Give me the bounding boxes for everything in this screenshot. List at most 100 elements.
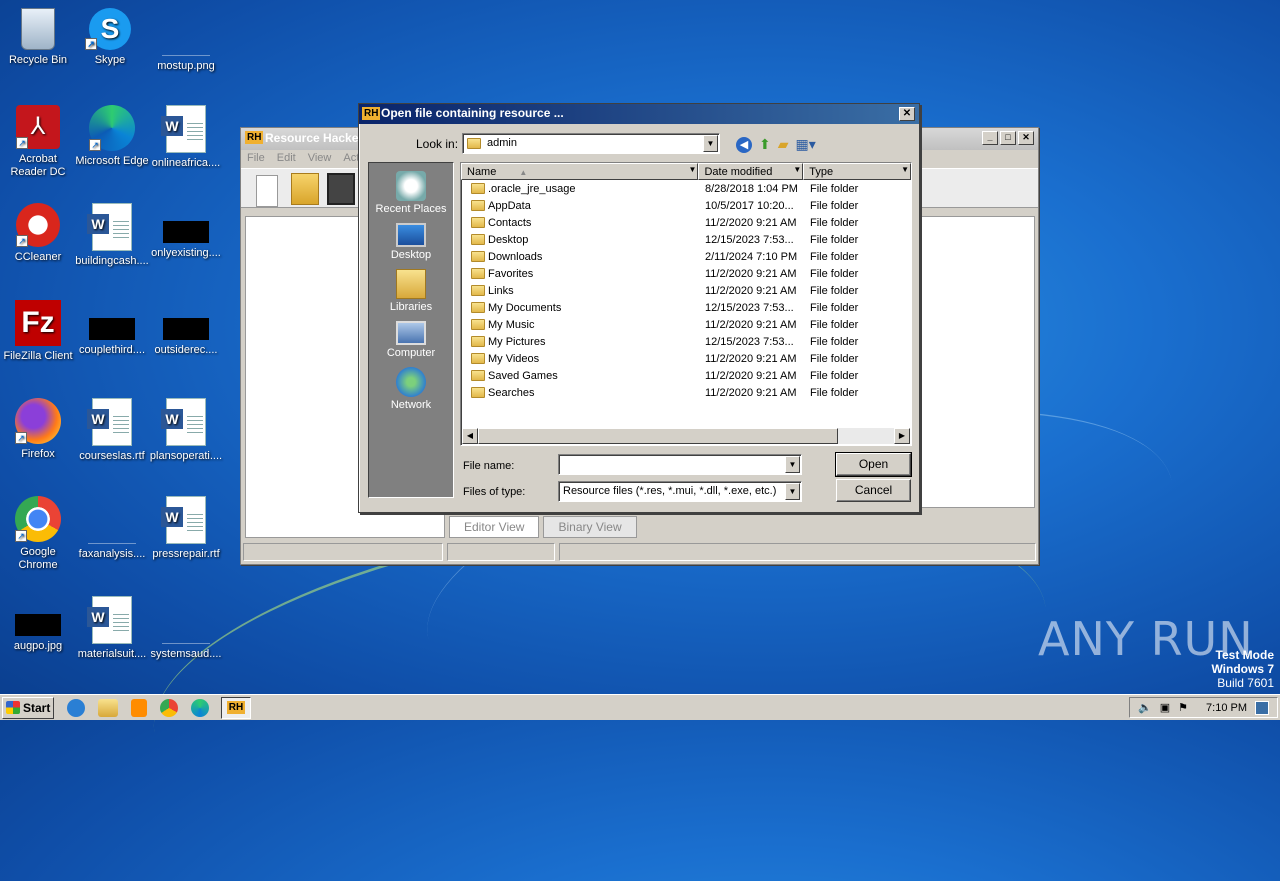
desktop-icon-onlineafrica[interactable]: onlineafrica.... (148, 105, 224, 170)
dialog-close-button[interactable]: ✕ (899, 107, 915, 121)
file-row[interactable]: Contacts 11/2/2020 9:21 AM File folder (461, 214, 911, 231)
editor-pane[interactable] (921, 216, 1035, 508)
view-menu-icon[interactable]: ▦▾ (796, 136, 816, 153)
taskbar-item-resource-hacker[interactable]: RH (221, 696, 251, 719)
chevron-down-icon[interactable]: ▼ (901, 165, 909, 174)
file-row[interactable]: .oracle_jre_usage 8/28/2018 1:04 PM File f… (461, 180, 911, 197)
desktop-icon-recycle-bin[interactable]: Recycle Bin (0, 8, 76, 67)
file-row[interactable]: Saved Games 11/2/2020 9:21 AM File folder (461, 367, 911, 384)
file-row[interactable]: Downloads 2/11/2024 7:10 PM File folder (461, 248, 911, 265)
clock[interactable]: 7:10 PM (1206, 702, 1247, 714)
file-date: 12/15/2023 7:53... (705, 233, 794, 246)
desktop-icon-edge[interactable]: ↗ Microsoft Edge (74, 105, 150, 168)
open-file-icon[interactable] (291, 173, 319, 205)
menu-file[interactable]: File (247, 152, 265, 166)
desktop-icon-augpo[interactable]: augpo.jpg (0, 596, 76, 653)
media-player-icon[interactable] (131, 698, 147, 717)
look-in-combo[interactable]: admin ▼ (462, 133, 720, 154)
save-icon[interactable] (327, 173, 355, 205)
files-of-type-select[interactable]: Resource files (*.res, *.mui, *.dll, *.e… (558, 481, 802, 502)
file-date: 11/2/2020 9:21 AM (705, 318, 797, 331)
chrome-taskbar-icon[interactable] (160, 698, 178, 717)
desktop-icon-couplethird[interactable]: couplethird.... (74, 300, 150, 357)
place-desktop[interactable]: Desktop (369, 223, 453, 261)
desktop-icon-skype[interactable]: S ↗ Skype (72, 8, 148, 67)
file-row[interactable]: My Music 11/2/2020 9:21 AM File folder (461, 316, 911, 333)
place-libraries[interactable]: Libraries (369, 269, 453, 313)
desktop-icon-faxanalysis[interactable]: faxanalysis.... (74, 496, 150, 561)
internet-explorer-icon[interactable] (67, 698, 85, 717)
minimize-button[interactable]: _ (982, 131, 998, 145)
file-row[interactable]: Favorites 11/2/2020 9:21 AM File folder (461, 265, 911, 282)
chevron-down-icon[interactable]: ▼ (785, 483, 800, 500)
tab-editor-view[interactable]: Editor View (449, 516, 540, 538)
show-desktop-icon[interactable] (1255, 700, 1269, 715)
taskbar: Start RH 🔈 ▣ ⚑ 7:10 PM (0, 694, 1280, 720)
system-tray: 🔈 ▣ ⚑ 7:10 PM (1129, 697, 1278, 718)
scroll-left-icon[interactable]: ◀ (462, 428, 478, 444)
chevron-down-icon[interactable]: ▼ (793, 165, 801, 174)
file-row[interactable]: Searches 11/2/2020 9:21 AM File folder (461, 384, 911, 401)
file-date: 2/11/2024 7:10 PM (705, 250, 798, 263)
edge-taskbar-icon[interactable] (191, 698, 209, 717)
file-type: File folder (810, 250, 859, 263)
menu-action[interactable]: Act (343, 152, 359, 166)
desktop-icon-onlyexisting[interactable]: onlyexisting.... (148, 203, 224, 260)
file-type: File folder (810, 284, 859, 297)
folder-icon (471, 302, 485, 314)
open-button[interactable]: Open (835, 452, 912, 477)
file-name-input[interactable]: ▼ (558, 454, 802, 475)
scrollbar-thumb[interactable] (478, 428, 838, 444)
volume-icon[interactable]: 🔈 (1138, 701, 1152, 714)
file-row[interactable]: Links 11/2/2020 9:21 AM File folder (461, 282, 911, 299)
close-button[interactable]: ✕ (1018, 131, 1034, 145)
start-button[interactable]: Start (2, 696, 54, 719)
desktop-icon-courseslas[interactable]: courseslas.rtf (74, 398, 150, 463)
file-type: File folder (810, 267, 859, 280)
scroll-right-icon[interactable]: ▶ (894, 428, 910, 444)
file-row[interactable]: My Documents 12/15/2023 7:53... File folde… (461, 299, 911, 316)
desktop-icon-mostup[interactable]: mostup.png (148, 8, 224, 73)
file-row[interactable]: Desktop 12/15/2023 7:53... File folder (461, 231, 911, 248)
chevron-down-icon[interactable]: ▼ (689, 165, 697, 174)
back-icon[interactable]: ◀ (736, 136, 752, 153)
desktop-icon-filezilla[interactable]: Fz FileZilla Client (0, 300, 76, 363)
menu-view[interactable]: View (308, 152, 332, 166)
column-header-type[interactable]: Type ▼ (803, 163, 911, 180)
file-date: 11/2/2020 9:21 AM (705, 352, 797, 365)
up-folder-icon[interactable]: ⬆ (759, 136, 771, 153)
desktop-icon-systemsaud[interactable]: systemsaud.... (148, 596, 224, 661)
column-header-date[interactable]: Date modified ▼ (698, 163, 804, 180)
chevron-down-icon[interactable]: ▼ (785, 456, 800, 473)
menu-edit[interactable]: Edit (277, 152, 296, 166)
file-row[interactable]: My Videos 11/2/2020 9:21 AM File folder (461, 350, 911, 367)
desktop-icon-chrome[interactable]: ↗ Google Chrome (0, 496, 76, 572)
flag-icon[interactable]: ⚑ (1178, 701, 1188, 714)
desktop-icon-materialsuit[interactable]: materialsuit.... (74, 596, 150, 661)
horizontal-scrollbar[interactable]: ◀ ▶ (462, 428, 910, 444)
cancel-button[interactable]: Cancel (836, 479, 911, 502)
new-folder-icon[interactable]: ▰ (778, 136, 789, 153)
file-explorer-icon[interactable] (98, 698, 118, 717)
desktop-icon-buildingcash[interactable]: buildingcash.... (74, 203, 150, 268)
desktop-icon-ccleaner[interactable]: ↗ CCleaner (0, 203, 76, 264)
desktop-icon-firefox[interactable]: ↗ Firefox (0, 398, 76, 461)
dialog-titlebar[interactable]: RH Open file containing resource ... ✕ (359, 104, 919, 124)
file-list[interactable]: Name ▲ ▼ Date modified ▼ Type ▼ .oracle_jre… (460, 162, 912, 446)
recent-places-icon (396, 171, 426, 201)
desktop-icon-pressrepair[interactable]: pressrepair.rtf (148, 496, 224, 561)
place-recent-places[interactable]: Recent Places (369, 171, 453, 215)
desktop-icon-outsiderec[interactable]: outsiderec.... (148, 300, 224, 357)
maximize-button[interactable]: □ (1000, 131, 1016, 145)
place-computer[interactable]: Computer (369, 321, 453, 359)
column-header-name[interactable]: Name ▲ ▼ (461, 163, 699, 180)
network-tray-icon[interactable]: ▣ (1160, 701, 1170, 714)
file-row[interactable]: AppData 10/5/2017 10:20... File folder (461, 197, 911, 214)
desktop-icon-plansoperati[interactable]: plansoperati.... (148, 398, 224, 463)
chevron-down-icon[interactable]: ▼ (703, 135, 718, 152)
place-network[interactable]: Network (369, 367, 453, 411)
tab-binary-view[interactable]: Binary View (543, 516, 637, 538)
file-row[interactable]: My Pictures 12/15/2023 7:53... File folder (461, 333, 911, 350)
desktop-icon-acrobat[interactable]: ⅄ ↗ Acrobat Reader DC (0, 105, 76, 179)
new-file-icon[interactable] (256, 175, 278, 207)
